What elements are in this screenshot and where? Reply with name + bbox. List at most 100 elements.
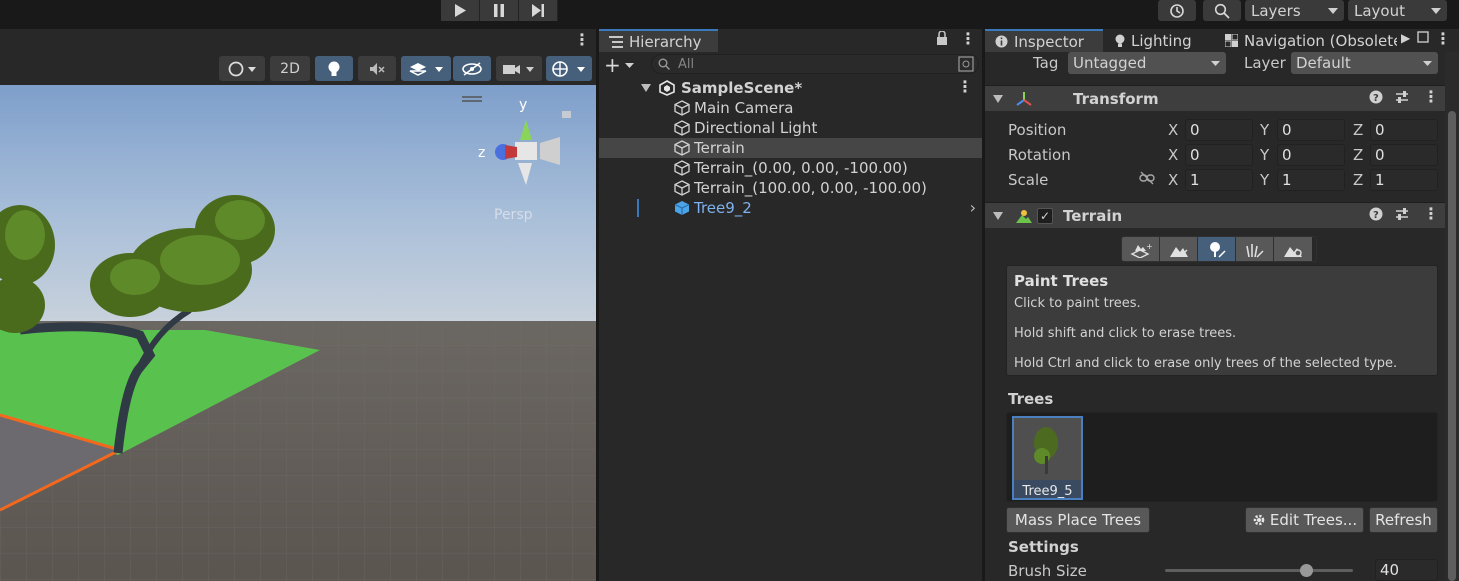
camera-settings-button[interactable]: [496, 56, 542, 81]
hierarchy-item-label: Directional Light: [694, 119, 818, 137]
help-icon[interactable]: ?: [1369, 90, 1383, 108]
create-button[interactable]: +: [604, 53, 640, 77]
terrain-settings-button[interactable]: [1274, 237, 1312, 261]
paint-details-button[interactable]: [1236, 237, 1274, 261]
gizmo-z-label: z: [478, 145, 485, 161]
more-options-icon[interactable]: ⋮: [574, 30, 590, 49]
search-button[interactable]: [1203, 0, 1241, 21]
sculpt-terrain-button[interactable]: [1160, 237, 1198, 261]
audio-toggle-button[interactable]: [358, 56, 396, 81]
refresh-button[interactable]: Refresh: [1369, 507, 1438, 533]
presets-icon[interactable]: [1395, 90, 1409, 108]
hierarchy-item-tree[interactable]: Tree9_2 ›: [599, 198, 982, 218]
tree-prototype-item[interactable]: Tree9_5: [1012, 416, 1083, 500]
hierarchy-item-terrain[interactable]: Terrain: [599, 138, 982, 158]
layers-effects-icon: [409, 62, 443, 76]
scene-root-row[interactable]: SampleScene* ⋮: [599, 77, 982, 98]
rotation-z-field[interactable]: 0: [1370, 144, 1438, 166]
effects-toggle-button[interactable]: [401, 56, 451, 81]
tree-brush-icon: [1209, 242, 1226, 258]
position-y-field[interactable]: 0: [1277, 119, 1345, 141]
toggle-2d-button[interactable]: 2D: [270, 56, 310, 81]
chevron-down-icon: [641, 84, 651, 92]
lighting-toggle-button[interactable]: [315, 56, 353, 81]
step-button[interactable]: [519, 0, 558, 21]
tab-inspector[interactable]: Inspector: [985, 29, 1103, 52]
gizmos-button[interactable]: [546, 56, 592, 81]
svg-text:?: ?: [1373, 210, 1379, 221]
terrain-neighbors-icon: +: [1129, 242, 1152, 258]
maximize-icon[interactable]: [1417, 31, 1429, 47]
more-options-icon[interactable]: ⋮: [1435, 29, 1451, 48]
terrain-header[interactable]: ✓ Terrain ? ⋮: [985, 202, 1445, 228]
tab-navigation-label: Navigation (Obsolete: [1244, 31, 1397, 50]
tab-overflow-icon[interactable]: ▶: [1401, 31, 1410, 45]
more-options-icon[interactable]: ⋮: [960, 29, 976, 48]
terrain-enabled-checkbox[interactable]: ✓: [1037, 207, 1053, 224]
component-menu-icon[interactable]: ⋮: [1423, 204, 1439, 223]
search-menu-icon[interactable]: [958, 56, 974, 76]
position-z-field[interactable]: 0: [1370, 119, 1438, 141]
svg-text:+: +: [1146, 242, 1152, 251]
layer-dropdown[interactable]: Default: [1291, 52, 1438, 74]
scale-y-field[interactable]: 1: [1277, 169, 1345, 191]
chevron-down-icon: [624, 62, 634, 68]
eye-slash-icon: [462, 61, 482, 76]
play-button[interactable]: [441, 0, 480, 21]
layers-label: Layers: [1251, 1, 1301, 20]
grass-brush-icon: [1245, 244, 1264, 258]
top-toolbar: Layers Layout: [0, 0, 1459, 24]
history-button[interactable]: [1158, 0, 1196, 21]
scene-toolbar: 2D: [0, 51, 596, 85]
terrain-settings-icon: [1284, 247, 1302, 257]
tab-hierarchy[interactable]: Hierarchy: [599, 29, 718, 52]
scene-options-icon[interactable]: ⋮: [957, 77, 973, 96]
help-icon[interactable]: ?: [1369, 207, 1383, 225]
scene-viewport[interactable]: y z Persp: [0, 85, 596, 581]
hierarchy-item-terrain-1[interactable]: Terrain_(0.00, 0.00, -100.00): [599, 158, 982, 178]
hierarchy-item-main-camera[interactable]: Main Camera: [599, 98, 982, 118]
lightbulb-icon: [328, 61, 340, 76]
component-menu-icon[interactable]: ⋮: [1423, 87, 1439, 106]
inspector-scrollbar-thumb[interactable]: [1448, 111, 1456, 581]
scale-x-label: X: [1168, 171, 1179, 189]
search-icon: [1214, 3, 1230, 19]
brush-size-slider-track[interactable]: [1165, 564, 1353, 577]
constrain-proportions-icon[interactable]: [1139, 171, 1155, 189]
mass-place-trees-button[interactable]: Mass Place Trees: [1006, 507, 1150, 533]
draw-mode-button[interactable]: [219, 56, 265, 81]
rotation-y-field[interactable]: 0: [1277, 144, 1345, 166]
transform-header[interactable]: Transform ? ⋮: [985, 85, 1445, 111]
edit-trees-button[interactable]: Edit Trees...: [1245, 507, 1364, 533]
gameobject-cube-icon: [674, 160, 690, 176]
transform-icon: [1016, 91, 1032, 106]
inspector-scrollbar[interactable]: [1445, 52, 1459, 581]
pause-button[interactable]: [480, 0, 519, 21]
hierarchy-item-label: Terrain_(0.00, 0.00, -100.00): [694, 159, 908, 177]
brush-size-field[interactable]: 40: [1375, 559, 1438, 581]
hierarchy-search-field[interactable]: All: [651, 54, 979, 74]
brush-size-slider-thumb[interactable]: [1299, 564, 1313, 577]
pause-icon: [494, 4, 504, 17]
rotation-x-field[interactable]: 0: [1185, 144, 1253, 166]
hierarchy-item-terrain-2[interactable]: Terrain_(100.00, 0.00, -100.00): [599, 178, 982, 198]
hierarchy-item-label: Tree9_2: [694, 199, 752, 217]
position-x-field[interactable]: 0: [1185, 119, 1253, 141]
chevron-down-icon: [1328, 7, 1338, 14]
presets-icon[interactable]: [1395, 207, 1409, 225]
tab-lighting[interactable]: Lighting: [1105, 29, 1215, 52]
hidden-objects-toggle-button[interactable]: [453, 56, 491, 81]
create-neighbor-terrains-button[interactable]: +: [1122, 237, 1160, 261]
layers-dropdown[interactable]: Layers: [1245, 0, 1344, 21]
terrain-title: Terrain: [1063, 206, 1123, 225]
chevron-right-icon[interactable]: ›: [970, 198, 976, 217]
tab-navigation[interactable]: Navigation (Obsolete: [1217, 29, 1397, 52]
shading-mode-icon: [228, 61, 256, 76]
tag-dropdown[interactable]: Untagged: [1068, 52, 1226, 74]
layout-dropdown[interactable]: Layout: [1348, 0, 1447, 21]
paint-trees-button[interactable]: [1198, 237, 1236, 261]
scale-z-field[interactable]: 1: [1370, 169, 1438, 191]
hierarchy-item-directional-light[interactable]: Directional Light: [599, 118, 982, 138]
lock-icon[interactable]: [936, 30, 948, 49]
scale-x-field[interactable]: 1: [1185, 169, 1253, 191]
